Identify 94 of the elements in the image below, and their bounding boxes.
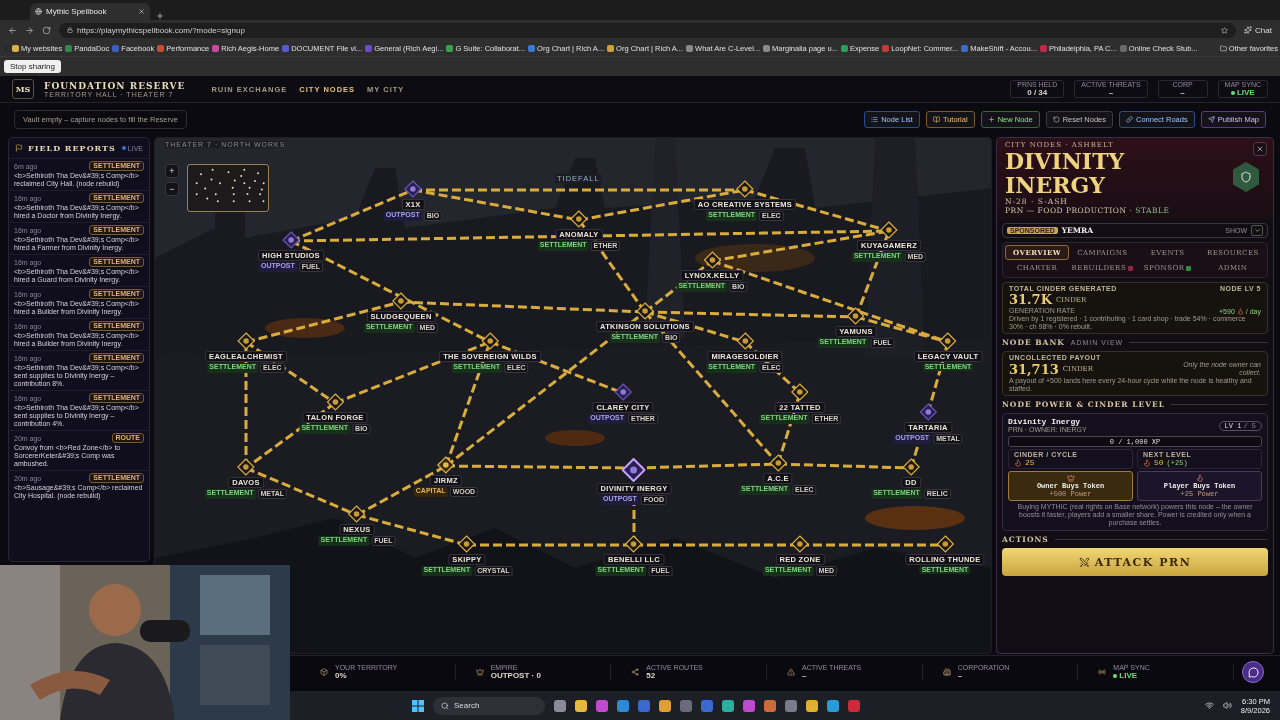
status-value: 0% [335,671,348,680]
stat-value: 25 [1025,458,1035,467]
stat-icon [320,668,328,676]
caret-icon [1253,227,1261,234]
site-icon [112,44,120,52]
site-icon [212,44,220,52]
flame-icon [1236,307,1244,315]
site-icon [157,44,165,52]
app-icon[interactable] [659,699,671,712]
site-icon [282,44,290,52]
site-icon [686,44,694,52]
site-icon [528,44,536,52]
stat-value: 0 / 34 [1027,88,1048,97]
chat-button[interactable] [1242,661,1265,683]
app-icon[interactable] [617,699,629,712]
button-icon [1207,115,1215,123]
flame-icon [1143,458,1151,467]
node-name: Divinity Inergy [1008,417,1081,426]
close-icon [1256,145,1264,153]
wifi-icon [1204,701,1214,710]
lock-icon [67,27,73,33]
swords-icon [1078,556,1090,568]
new-tab-icon [156,12,164,20]
stop-sharing-button[interactable]: Stop sharing [4,60,61,73]
windows-icon[interactable] [412,699,424,712]
button-icon [1126,115,1133,123]
site-icon [607,44,615,52]
chat-button[interactable]: Chat [1244,25,1272,35]
back-icon [8,25,17,35]
attack-button[interactable]: ATTACK PRN [1002,548,1268,576]
site-icon [882,44,890,52]
site-icon [35,8,42,15]
status-value: 52 [646,671,657,680]
button-icon [1052,115,1060,123]
address-bar[interactable]: https://playmythicspellbook.com/?mode=signup [59,22,1237,38]
site-icon [961,44,969,52]
site-icon [763,44,771,52]
forward-icon [25,25,34,35]
shield-icon [1240,171,1252,183]
stat-icon [1098,668,1107,676]
stat-icon [942,668,951,676]
crown-icon [1066,474,1075,482]
site-icon [840,44,848,52]
sparkle-icon [1244,26,1253,34]
search-field[interactable]: Search [433,696,545,715]
flame-icon [1195,474,1204,482]
stat-value: LIVE [1230,88,1255,97]
stat-value: – [1108,88,1114,97]
button-icon [987,115,995,123]
stat-icon [787,668,795,676]
app-icon[interactable] [785,699,797,712]
app-icon[interactable] [764,699,776,712]
app-icon[interactable] [806,699,818,712]
folder-icon [1219,44,1227,52]
status-value: – [802,671,808,680]
site-icon [446,44,454,52]
close-button[interactable] [1253,142,1267,156]
volume-icon [1222,701,1232,710]
star-icon [1221,26,1229,34]
site-icon [12,44,19,52]
stat-value: 50 [1154,458,1164,467]
close-icon [138,8,145,15]
button-icon [871,115,879,123]
stat-icon [475,668,484,676]
status-value: OUTPOST · 0 [490,671,541,680]
status-value: LIVE [1113,671,1150,680]
app-icon[interactable] [743,699,755,712]
expand-button[interactable] [1251,225,1263,236]
site-icon [1039,44,1047,52]
reload-icon [42,25,51,35]
app-icon[interactable] [575,699,587,712]
button-icon [932,115,940,123]
app-title: FOUNDATION RESERVE [44,80,186,91]
app-icon[interactable] [827,699,839,712]
status-value: – [957,671,964,680]
flame-icon [1014,458,1022,467]
app-icon[interactable] [596,699,608,712]
site-icon [365,44,373,52]
search-icon [441,701,449,710]
chat-icon [1247,666,1259,678]
sidebar-icon [2,44,9,52]
cinder-amount: 31.7K [1009,292,1052,307]
panel-title: FIELD REPORTS [28,143,117,153]
node-title: DIVINITY INERGY [1005,149,1126,197]
site-icon [65,44,73,52]
stat-icon [631,668,640,676]
flag-icon [15,144,23,152]
logo: MS [12,79,34,99]
app-icon[interactable] [554,699,566,712]
browser-tab[interactable]: Mythic Spellbook [30,3,150,20]
payout-amount: 31,713 [1009,361,1059,377]
site-icon [1119,44,1127,52]
stat-value: – [1180,88,1185,97]
app-icon[interactable] [722,699,734,712]
